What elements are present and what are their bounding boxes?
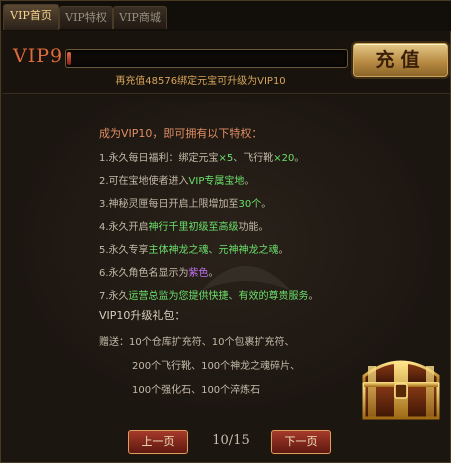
next-page-button[interactable]: 下一页 xyxy=(271,430,331,454)
privilege-item-5: 5.永久专享主体神龙之魂、元神神龙之魂。 xyxy=(99,245,289,256)
gift-pack-title: VIP10升级礼包： xyxy=(99,309,186,322)
gift-line-1: 赠送：10个仓库扩充符、10个包裹扩充符、 xyxy=(99,337,295,348)
pagination: 上一页 10/15 下一页 xyxy=(1,421,451,461)
upgrade-hint: 再充值48576绑定元宝可升级为VIP10 xyxy=(115,76,286,87)
current-vip-level: VIP9 xyxy=(13,45,64,67)
privilege-item-3: 3.神秘灵匣每日开启上限增加至30个。 xyxy=(99,199,272,210)
tab-vip-privileges[interactable]: VIP特权 xyxy=(59,6,113,29)
privilege-item-4: 4.永久开启神行千里初级至高级功能。 xyxy=(99,222,269,233)
privilege-item-2: 2.可在宝地使者进入VIP专属宝地。 xyxy=(99,176,255,187)
privilege-item-7: 7.永久运营总监为您提供快捷、有效的尊贵服务。 xyxy=(99,291,319,302)
vip-status-header: VIP9 再充值48576绑定元宝可升级为VIP10 充值 xyxy=(3,31,450,94)
tab-bar: VIP首页 VIP特权 VIP商城 xyxy=(1,1,451,31)
vip-panel: VIP首页 VIP特权 VIP商城 VIP9 再充值48576绑定元宝可升级为V… xyxy=(0,0,451,463)
privilege-item-6: 6.永久角色名显示为紫色。 xyxy=(99,268,219,279)
vip-progress-fill xyxy=(67,52,71,65)
vip-progress-bar xyxy=(65,49,348,68)
gift-line-3: 100个强化石、100个淬炼石 xyxy=(132,385,261,396)
page-indicator: 10/15 xyxy=(212,433,250,448)
privileges-title: 成为VIP10，即可拥有以下特权： xyxy=(99,127,263,140)
prev-page-button[interactable]: 上一页 xyxy=(128,430,188,454)
privilege-item-1: 1.永久每日福利：绑定元宝×5、飞行靴×20。 xyxy=(99,153,305,164)
recharge-button[interactable]: 充值 xyxy=(353,43,448,77)
tab-vip-shop[interactable]: VIP商城 xyxy=(113,6,167,29)
tab-vip-home[interactable]: VIP首页 xyxy=(3,4,59,30)
gift-line-2: 200个飞行靴、100个神龙之魂碎片、 xyxy=(132,361,301,372)
treasure-chest-icon xyxy=(362,360,440,420)
